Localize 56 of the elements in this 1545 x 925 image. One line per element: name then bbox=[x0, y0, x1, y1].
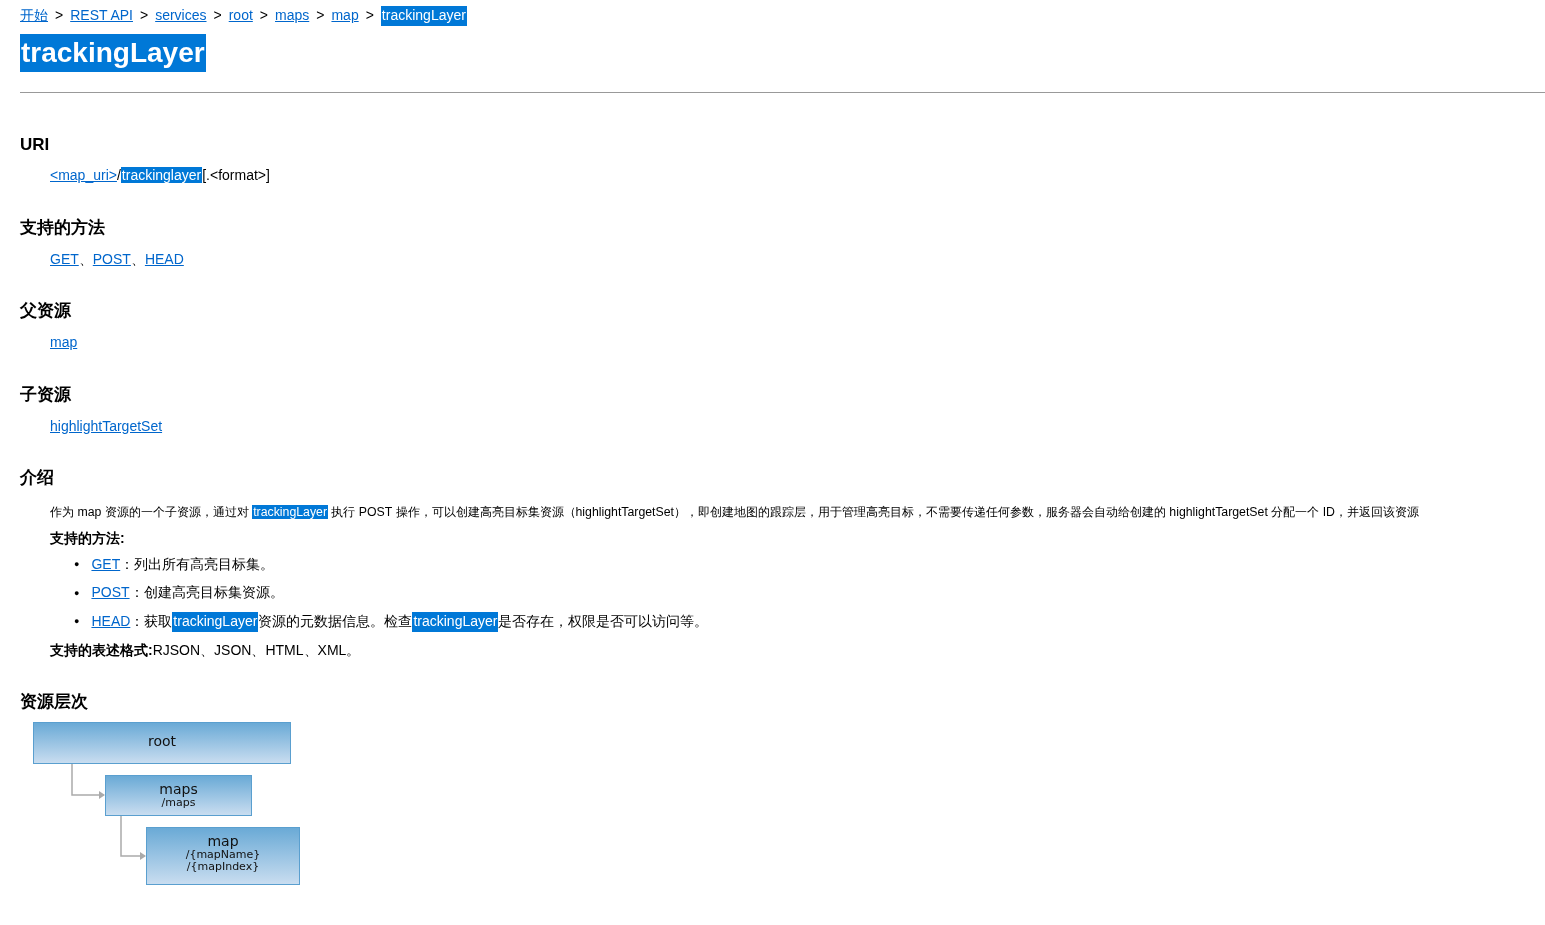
separator: 、 bbox=[78, 250, 93, 267]
resource-link[interactable]: HEAD bbox=[144, 250, 184, 267]
node-name: root bbox=[147, 733, 177, 750]
uri-text: / bbox=[116, 167, 121, 184]
page-title: trackingLayer bbox=[20, 33, 206, 72]
uri-link[interactable]: <map_uri> bbox=[50, 167, 117, 184]
formats-text: RJSON、JSON、HTML、XML。 bbox=[152, 640, 361, 660]
intro-text: 作为 map 资源的一个子资源，通过对 bbox=[50, 504, 250, 519]
method-link[interactable]: GET bbox=[91, 554, 121, 575]
breadcrumb-separator: > bbox=[365, 6, 374, 25]
methods-label: 支持的方法: bbox=[50, 529, 126, 549]
highlighted-text: trackinglayer bbox=[120, 167, 203, 184]
method-text: ：创建高亮目标集资源。 bbox=[129, 583, 284, 603]
section-heading: 介绍 bbox=[20, 467, 55, 490]
breadcrumb-separator: > bbox=[213, 6, 222, 25]
method-text: ：列出所有高亮目标集。 bbox=[120, 554, 275, 574]
uri-text: [.<format>] bbox=[202, 167, 270, 184]
bullet: ● bbox=[74, 615, 80, 629]
method-text: 资源的元数据信息。检查 bbox=[258, 611, 413, 631]
breadcrumb-link[interactable]: map bbox=[331, 6, 359, 26]
breadcrumb-separator: > bbox=[55, 6, 64, 25]
section-heading: 子资源 bbox=[20, 383, 72, 406]
breadcrumb-separator: > bbox=[259, 6, 268, 25]
method-text: 是否存在，权限是否可以访问等。 bbox=[498, 611, 709, 631]
section-heading: 支持的方法 bbox=[20, 217, 106, 239]
intro-text: 执行 POST 操作，可以创建高亮目标集资源（highlightTargetSet），即创建地图的跟踪层，用于管理高亮目标，不需要传递任何参数，服务器会自动给创建的 highlightTargetSet 分配一个 ID，并返回该资源 bbox=[330, 504, 1419, 519]
breadcrumb-separator: > bbox=[316, 6, 325, 25]
highlighted-text: trackingLayer bbox=[380, 6, 467, 26]
breadcrumb-link[interactable]: root bbox=[228, 6, 253, 26]
resource-link[interactable]: GET bbox=[50, 250, 79, 267]
breadcrumb-link[interactable]: 开始 bbox=[20, 6, 48, 26]
formats-label: 支持的表述格式: bbox=[50, 640, 153, 660]
resource-link[interactable]: POST bbox=[92, 250, 131, 267]
breadcrumb-link[interactable]: maps bbox=[275, 6, 310, 26]
highlighted-text: trackingLayer bbox=[172, 611, 259, 632]
method-link[interactable]: HEAD bbox=[91, 611, 131, 632]
node-name: map bbox=[207, 833, 239, 850]
highlighted-text: trackingLayer bbox=[412, 611, 499, 632]
highlighted-text: trackingLayer bbox=[252, 504, 328, 519]
resource-link[interactable]: highlightTargetSet bbox=[50, 417, 163, 434]
section-heading: URI bbox=[20, 133, 51, 156]
breadcrumb-link[interactable]: REST API bbox=[70, 6, 133, 26]
method-text: ：获取 bbox=[130, 611, 173, 631]
node-path: /{mapName} bbox=[184, 849, 262, 862]
node-name: maps bbox=[159, 781, 198, 798]
method-link[interactable]: POST bbox=[91, 583, 130, 603]
node-path: /maps bbox=[161, 797, 196, 810]
breadcrumb-link[interactable]: services bbox=[155, 6, 207, 26]
section-heading: 资源层次 bbox=[20, 691, 89, 714]
bullet: ● bbox=[74, 558, 80, 571]
node-path: /{mapIndex} bbox=[185, 861, 261, 874]
section-heading: 父资源 bbox=[20, 300, 72, 323]
breadcrumb-separator: > bbox=[139, 6, 149, 25]
bullet: ● bbox=[74, 586, 80, 600]
resource-link[interactable]: map bbox=[50, 334, 78, 351]
separator: 、 bbox=[130, 250, 145, 267]
